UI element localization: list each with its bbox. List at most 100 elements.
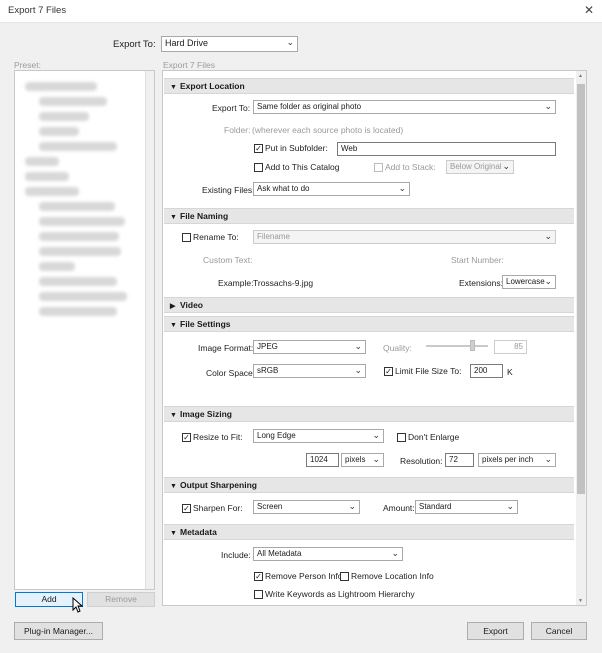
cursor-icon: [72, 597, 84, 613]
section-image-sizing[interactable]: ▼ Image Sizing: [164, 406, 574, 422]
quality-slider-track[interactable]: [426, 345, 488, 347]
preset-item[interactable]: [39, 97, 107, 106]
preset-item[interactable]: [39, 127, 79, 136]
add-to-stack-label: Add to Stack:: [385, 162, 436, 172]
preset-item[interactable]: [39, 307, 117, 316]
chevron-down-icon: ⌄: [286, 37, 294, 47]
chevron-down-icon: ⌄: [354, 365, 362, 375]
preset-item[interactable]: [39, 262, 75, 271]
preset-scrollbar[interactable]: [145, 71, 154, 589]
add-to-stack-checkbox[interactable]: [374, 163, 383, 172]
sharpen-for-label: Sharpen For:: [193, 503, 243, 513]
expanded-icon: ▼: [170, 84, 177, 91]
chevron-down-icon: ⌄: [502, 161, 510, 171]
write-keywords-label: Write Keywords as Lightroom Hierarchy: [265, 589, 415, 599]
sharpen-for-checkbox[interactable]: ✓: [182, 504, 191, 513]
size-unit-dropdown[interactable]: pixels ⌄: [341, 453, 384, 467]
resolution-input[interactable]: 72: [445, 453, 474, 467]
preset-item[interactable]: [25, 187, 79, 196]
close-icon[interactable]: ✕: [584, 3, 594, 17]
subfolder-input[interactable]: Web: [337, 142, 556, 156]
cancel-button[interactable]: Cancel: [531, 622, 587, 640]
scroll-up-icon[interactable]: ▲: [578, 73, 583, 79]
section-title: Image Sizing: [180, 409, 232, 419]
expanded-icon: ▼: [170, 483, 177, 490]
remove-person-info-label: Remove Person Info: [265, 571, 343, 581]
preset-item[interactable]: [25, 172, 69, 181]
section-file-settings[interactable]: ▼ File Settings: [164, 316, 574, 332]
resize-mode-dropdown[interactable]: Long Edge ⌄: [253, 429, 384, 443]
section-title: File Naming: [180, 211, 229, 221]
quality-slider-thumb[interactable]: [470, 340, 475, 351]
export-button[interactable]: Export: [467, 622, 524, 640]
export-to-dropdown[interactable]: Hard Drive ⌄: [161, 36, 298, 52]
existing-files-label: Existing Files:: [202, 185, 255, 195]
remove-location-info-checkbox[interactable]: [340, 572, 349, 581]
section-video[interactable]: ▶ Video: [164, 297, 574, 313]
dropdown-value: Below Original: [450, 162, 502, 171]
chevron-down-icon: ⌄: [348, 501, 356, 511]
section-metadata[interactable]: ▼ Metadata: [164, 524, 574, 540]
start-number-label: Start Number:: [451, 255, 504, 265]
rename-dropdown[interactable]: Filename ⌄: [253, 230, 556, 244]
preset-item[interactable]: [39, 202, 115, 211]
settings-scrollbar-thumb[interactable]: [577, 84, 585, 494]
extensions-dropdown[interactable]: Lowercase ⌄: [502, 275, 556, 289]
dropdown-value: JPEG: [257, 342, 278, 351]
preset-item[interactable]: [25, 157, 59, 166]
limit-file-size-input[interactable]: 200: [470, 364, 503, 378]
chevron-down-icon: ⌄: [544, 454, 552, 464]
sharpen-for-dropdown[interactable]: Screen ⌄: [253, 500, 360, 514]
add-to-catalog-checkbox[interactable]: [254, 163, 263, 172]
resize-to-fit-checkbox[interactable]: ✓: [182, 433, 191, 442]
size-input[interactable]: 1024: [306, 453, 339, 467]
section-file-naming[interactable]: ▼ File Naming: [164, 208, 574, 224]
existing-files-dropdown[interactable]: Ask what to do ⌄: [253, 182, 410, 196]
chevron-down-icon: ⌄: [506, 501, 514, 511]
include-label: Include:: [221, 550, 251, 560]
limit-file-size-checkbox[interactable]: ✓: [384, 367, 393, 376]
dropdown-value: All Metadata: [257, 549, 302, 558]
quality-input[interactable]: 85: [494, 340, 527, 354]
preset-list[interactable]: [14, 70, 155, 590]
preset-item[interactable]: [39, 232, 119, 241]
location-export-to-dropdown[interactable]: Same folder as original photo ⌄: [253, 100, 556, 114]
limit-file-size-label: Limit File Size To:: [395, 366, 462, 376]
collapsed-icon: ▶: [170, 303, 176, 310]
plugin-manager-button[interactable]: Plug-in Manager...: [14, 622, 103, 640]
dont-enlarge-checkbox[interactable]: [397, 433, 406, 442]
chevron-down-icon: ⌄: [372, 430, 380, 440]
scroll-down-icon[interactable]: ▼: [578, 598, 583, 604]
put-in-subfolder-checkbox[interactable]: ✓: [254, 144, 263, 153]
quality-label: Quality:: [383, 343, 412, 353]
include-dropdown[interactable]: All Metadata ⌄: [253, 547, 403, 561]
preset-item[interactable]: [25, 82, 97, 91]
preset-item[interactable]: [39, 217, 125, 226]
color-space-dropdown[interactable]: sRGB ⌄: [253, 364, 366, 378]
section-title: Video: [180, 300, 203, 310]
section-output-sharpening[interactable]: ▼ Output Sharpening: [164, 477, 574, 493]
export-to-label: Export To:: [113, 39, 156, 50]
resolution-unit-dropdown[interactable]: pixels per inch ⌄: [478, 453, 556, 467]
put-in-subfolder-label: Put in Subfolder:: [265, 143, 328, 153]
resize-to-fit-label: Resize to Fit:: [193, 432, 243, 442]
preset-item[interactable]: [39, 142, 117, 151]
chevron-down-icon: ⌄: [544, 101, 552, 111]
rename-to-checkbox[interactable]: [182, 233, 191, 242]
preset-item[interactable]: [39, 292, 127, 301]
write-keywords-checkbox[interactable]: [254, 590, 263, 599]
limit-unit: K: [507, 367, 513, 377]
preset-item[interactable]: [39, 277, 117, 286]
stack-dropdown[interactable]: Below Original ⌄: [446, 160, 514, 174]
amount-dropdown[interactable]: Standard ⌄: [415, 500, 518, 514]
section-export-location[interactable]: ▼ Export Location: [164, 78, 574, 94]
remove-location-info-label: Remove Location Info: [351, 571, 434, 581]
remove-preset-button[interactable]: Remove: [87, 592, 155, 607]
chevron-down-icon: ⌄: [544, 231, 552, 241]
dropdown-value: sRGB: [257, 366, 279, 375]
section-title: Export Location: [180, 81, 245, 91]
image-format-dropdown[interactable]: JPEG ⌄: [253, 340, 366, 354]
preset-item[interactable]: [39, 247, 121, 256]
preset-item[interactable]: [39, 112, 89, 121]
remove-person-info-checkbox[interactable]: ✓: [254, 572, 263, 581]
